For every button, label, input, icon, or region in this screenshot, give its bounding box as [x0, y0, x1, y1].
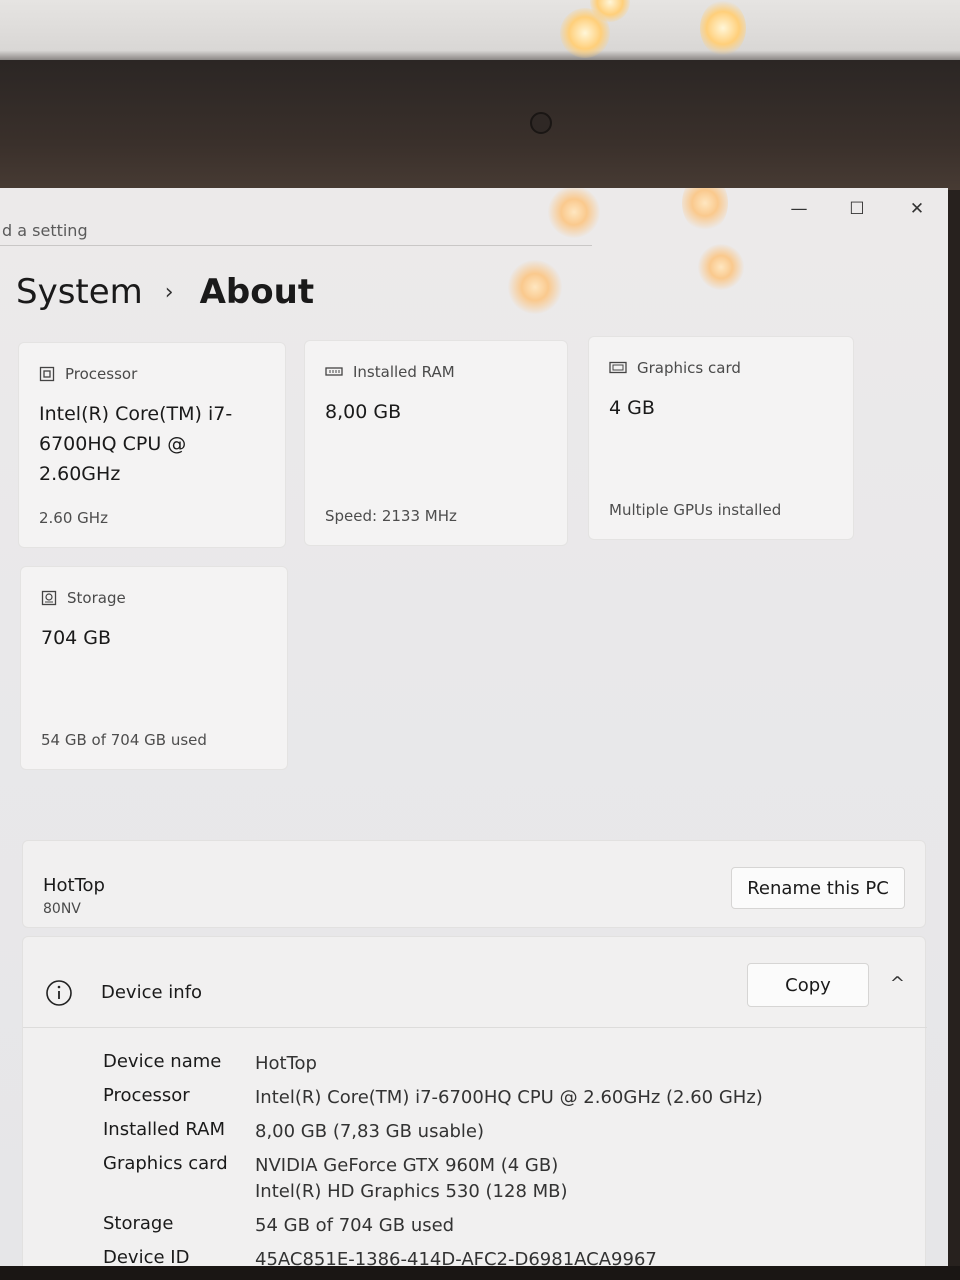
processor-speed: 2.60 GHz [39, 509, 108, 527]
ceiling-light [700, 0, 746, 56]
pc-model: 80NV [43, 901, 81, 917]
spec-row-device-id: Device ID 45AC851E-1386-414D-AFC2-D6981A… [103, 1247, 657, 1266]
spec-value: 45AC851E-1386-414D-AFC2-D6981ACA9967 [255, 1249, 657, 1266]
ram-label-text: Installed RAM [353, 363, 455, 381]
spec-value: HotTop [255, 1053, 317, 1074]
chevron-right-icon: › [164, 279, 174, 305]
storage-usage: 54 GB of 704 GB used [41, 731, 207, 749]
spec-row-installed-ram: Installed RAM 8,00 GB (7,83 GB usable) [103, 1119, 484, 1145]
spec-value: Intel(R) Core(TM) i7-6700HQ CPU @ 2.60GH… [255, 1087, 763, 1108]
storage-label-text: Storage [67, 589, 126, 607]
screen-glare [508, 260, 562, 314]
settings-window: — ☐ ✕ d a setting System › About Process… [0, 188, 948, 1266]
storage-card-label: Storage [41, 589, 126, 607]
spec-key: Storage [103, 1213, 174, 1234]
spec-key: Graphics card [103, 1153, 228, 1174]
gpu-note: Multiple GPUs installed [609, 501, 782, 519]
breadcrumb: System › About [16, 272, 314, 312]
pc-name-row: HotTop 80NV Rename this PC [22, 840, 926, 928]
close-button[interactable]: ✕ [902, 196, 932, 222]
breadcrumb-system[interactable]: System [16, 272, 143, 312]
spec-row-graphics-card: Graphics card NVIDIA GeForce GTX 960M (4… [103, 1153, 568, 1205]
rename-pc-button[interactable]: Rename this PC [731, 867, 905, 909]
spec-key: Device ID [103, 1247, 190, 1266]
ram-card-label: Installed RAM [325, 363, 455, 381]
spec-value-line: Intel(R) HD Graphics 530 (128 MB) [255, 1181, 568, 1202]
spec-key: Installed RAM [103, 1119, 226, 1140]
spec-row-processor: Processor Intel(R) Core(TM) i7-6700HQ CP… [103, 1085, 763, 1111]
graphics-card: Graphics card 4 GB Multiple GPUs install… [588, 336, 854, 540]
ram-card: Installed RAM 8,00 GB Speed: 2133 MHz [304, 340, 568, 546]
spec-key: Device name [103, 1051, 222, 1072]
processor-label-text: Processor [65, 365, 138, 383]
webcam [530, 112, 552, 134]
settings-search-input[interactable]: d a setting [0, 216, 592, 246]
graphics-card-label: Graphics card [609, 359, 741, 377]
laptop-bezel [0, 60, 960, 200]
maximize-button[interactable]: ☐ [842, 196, 872, 222]
gpu-label-text: Graphics card [637, 359, 741, 377]
ram-speed: Speed: 2133 MHz [325, 507, 457, 525]
spec-row-device-name: Device name HotTop [103, 1051, 317, 1077]
info-icon [46, 980, 72, 1006]
section-divider [23, 1027, 927, 1028]
device-info-section: Device info Copy ^ Device name HotTop Pr… [22, 936, 927, 1266]
spec-value: NVIDIA GeForce GTX 960M (4 GB) Intel(R) … [255, 1153, 568, 1205]
storage-icon [41, 590, 57, 606]
spec-key: Processor [103, 1085, 190, 1106]
copy-button[interactable]: Copy [747, 963, 869, 1007]
chevron-up-icon[interactable]: ^ [890, 973, 905, 994]
device-info-title: Device info [101, 982, 203, 1003]
gpu-icon [609, 361, 627, 374]
screen-edge [948, 190, 960, 1270]
bottom-bezel [0, 1266, 960, 1280]
ram-value: 8,00 GB [325, 401, 402, 423]
storage-card: Storage 704 GB 54 GB of 704 GB used [20, 566, 288, 770]
spec-row-storage: Storage 54 GB of 704 GB used [103, 1213, 454, 1239]
minimize-button[interactable]: — [784, 196, 814, 222]
ram-icon [325, 367, 343, 376]
processor-value: Intel(R) Core(TM) i7-6700HQ CPU @ 2.60GH… [39, 403, 233, 485]
pc-name: HotTop [43, 875, 105, 896]
gpu-value: 4 GB [609, 397, 655, 419]
storage-value: 704 GB [41, 627, 112, 649]
processor-card-label: Processor [39, 365, 137, 383]
processor-card: Processor Intel(R) Core(TM) i7-6700HQ CP… [18, 342, 286, 548]
spec-value: 8,00 GB (7,83 GB usable) [255, 1121, 484, 1142]
page-title: About [199, 272, 315, 312]
spec-value-line: NVIDIA GeForce GTX 960M (4 GB) [255, 1155, 559, 1176]
screen-glare [682, 188, 728, 232]
spec-value: 54 GB of 704 GB used [255, 1215, 455, 1236]
screen-glare [698, 244, 744, 290]
processor-icon [39, 366, 55, 382]
